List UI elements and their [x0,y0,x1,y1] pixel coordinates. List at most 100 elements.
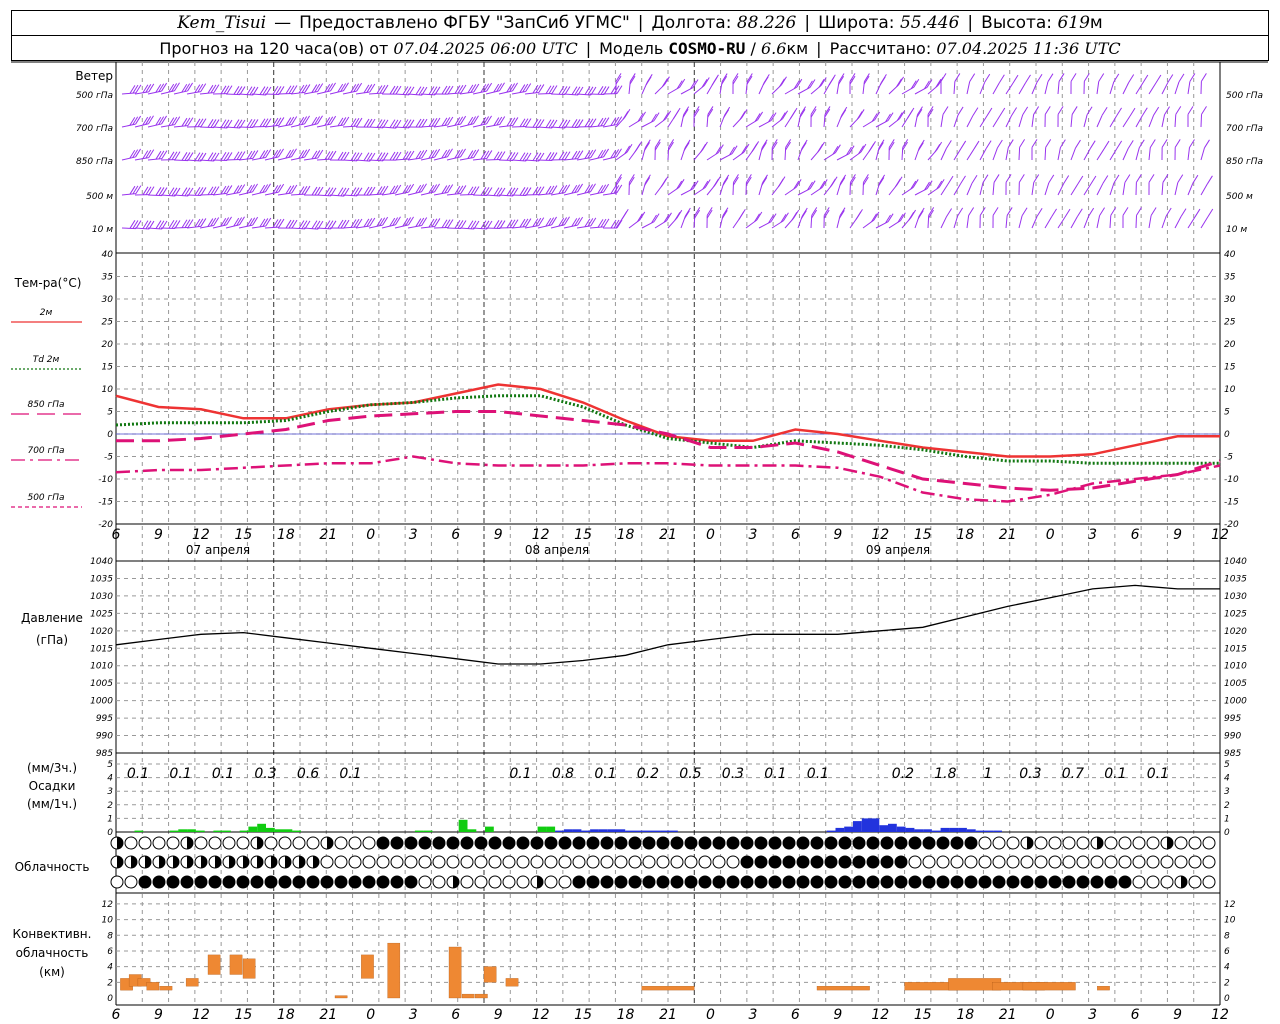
wind-barb-feather [751,143,758,152]
cloud-fill [797,837,809,849]
cloud-fill [769,856,781,868]
precip-unit-top: (мм/3ч.) [27,761,77,775]
wind-barb-feather [382,185,389,195]
wind-barb-feather [356,117,363,127]
pressure-tick-left: 1015 [90,644,113,654]
cloud-fill [811,876,823,888]
wind-barb-staff [1044,147,1047,161]
temp-legend-label: Td 2м [33,355,60,365]
wind-barb-feather [906,110,913,119]
cloud-fill [615,837,627,849]
wind-barb-feather [1180,208,1187,217]
temp-tick-right: 15 [1224,363,1236,373]
wind-barb-feather [252,183,258,193]
wind-barb-feather [622,111,629,120]
time-tick-label: 9 [1173,527,1182,543]
cloud-fill [279,876,291,888]
wind-barb-feather [444,149,451,158]
cloud-ylabel: Облачность [15,860,90,874]
wind-barb-feather [1153,106,1160,116]
wind-barb-staff [459,123,474,128]
conv-ylabel-1: Конвективн. [13,927,92,941]
precip-bar-snow [590,829,599,832]
cloud-fill [1077,876,1089,888]
wind-barb-feather [441,117,448,127]
wind-level-label-left: 500 м [86,192,113,202]
time-tick-label-bottom: 9 [833,1007,842,1023]
wind-barb-feather [738,211,745,220]
wind-barb-feather [603,183,610,193]
wind-barb-feather [145,149,152,159]
wind-barb-feather [960,140,967,150]
day-label: 09 апреля [866,543,930,557]
wind-barb-staff [290,123,305,128]
wind-barb-feather [1174,139,1181,148]
cloud-half [1181,876,1187,888]
cloud-fill [895,876,907,888]
cloud-symbol [474,855,488,869]
wind-barb-feather [382,216,389,226]
precip-bar-snow [966,829,976,832]
wind-barb-feather [1187,106,1194,115]
wind-barb-feather [616,184,623,194]
wind-barb-feather [1059,139,1066,148]
wind-barb-feather [856,111,863,120]
precip-3h-total: 1 [983,766,992,782]
precip-3h-total: 0.3 [1019,766,1041,782]
wind-barb-staff [1018,215,1023,229]
wind-barb-feather [538,84,545,93]
wind-barb-staff [953,81,956,95]
precip-bar-snow [669,830,678,832]
wind-barb-feather [781,76,787,86]
wind-barb-staff [277,192,292,196]
conv-ylabel-2: облачность [16,946,89,960]
cloud-symbol [418,855,432,869]
wind-barb-staff [1122,182,1126,196]
cloud-fill [937,837,949,849]
time-tick-label-bottom: 3 [1088,1007,1097,1023]
time-tick-label-bottom: 12 [192,1007,210,1023]
wind-barb-feather [379,185,386,195]
cloud-fill [755,876,767,888]
wind-barb-feather [389,185,396,195]
precip-bar-liquid [292,830,301,832]
precip-bar-snow [949,827,959,832]
wind-barb-feather [376,85,383,94]
wind-barb-feather [262,149,269,159]
wind-barb-feather [392,185,399,194]
wind-barb-feather [356,82,363,92]
cloud-symbol [432,875,446,889]
wind-barb-feather [353,218,360,228]
wind-barb-feather [278,218,285,228]
wind-barb-feather [800,106,807,115]
wind-barb-feather [999,107,1006,117]
wind-barb-feather [973,140,980,150]
precip-bar-snow [931,830,941,832]
cloud-symbol [446,855,460,869]
precip-3h-total: 0.2 [892,766,914,782]
wind-barb-staff [602,156,617,161]
time-tick-label: 6 [451,527,460,543]
wind-barb-feather [1044,106,1051,115]
wind-barb-feather [213,84,220,93]
wind-barb-feather [1088,207,1095,217]
cloud-symbol [1132,836,1146,850]
precip-bar-snow [958,827,967,832]
wind-barb-feather [405,184,412,194]
precip-bar-snow [923,829,932,832]
wind-barb-feather [343,82,349,92]
precip-tick-right: 2 [1224,801,1230,811]
cloud-fill [797,856,809,868]
cloud-symbol [1188,855,1202,869]
wind-barb-feather [161,115,168,125]
wind-barb-staff [303,90,318,95]
wind-barb-feather [777,178,784,188]
time-tick-label-bottom: 6 [1131,1007,1140,1023]
wind-barb-feather [129,185,136,195]
cloud-fill [965,876,977,888]
cloud-symbol [1076,855,1090,869]
cloud-fill [727,837,739,849]
wind-barb-feather [723,109,730,118]
wind-barb-feather [483,150,490,160]
wind-barb-feather [1036,208,1043,217]
